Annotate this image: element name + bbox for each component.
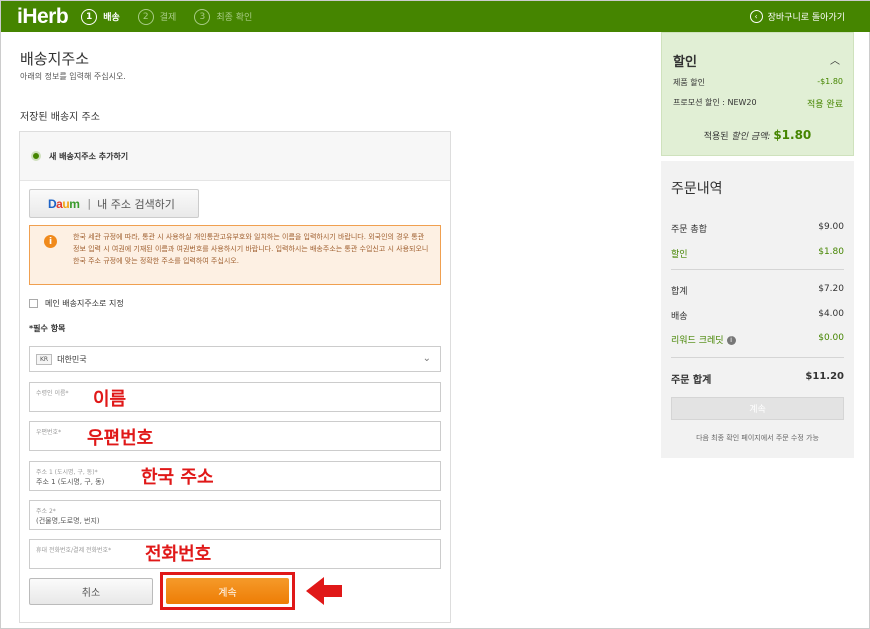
field-placeholder: 수령인 이름* <box>36 390 69 397</box>
divider <box>671 357 844 358</box>
required-note: *필수 항목 <box>29 324 66 333</box>
country-select[interactable]: KR 대한민국 ⌄ <box>29 346 441 372</box>
saved-address-title: 저장된 배송지 주소 <box>20 112 100 123</box>
grand-total-row: 주문 합계 $11.20 <box>671 371 844 386</box>
step-label: 결제 <box>159 13 177 23</box>
summary-continue-button[interactable]: 계속 <box>671 397 844 420</box>
annotation-name: 이름 <box>93 389 127 410</box>
summary-note: 다음 최종 확인 페이지에서 주문 수정 가능 <box>696 434 819 442</box>
info-icon[interactable]: i <box>726 336 736 345</box>
chevron-left-icon: ‹ <box>749 10 763 23</box>
divider <box>671 269 844 270</box>
step-shipping: 1 배송 <box>81 8 120 25</box>
customs-warning-box: i 한국 세관 규정에 따라, 통관 시 사용하실 개인통관고유부호와 일치하는… <box>29 225 441 285</box>
step-payment: 2 결제 <box>137 8 177 25</box>
country-code-badge: KR <box>36 353 53 365</box>
subtotal-row: 주문 총합 $9.00 <box>671 222 844 235</box>
page-title: 배송지주소 <box>20 50 90 68</box>
page-subtitle: 아래의 정보를 입력해 주십시오. <box>20 72 126 81</box>
grand-total-label: 주문 합계 <box>671 375 712 386</box>
chevron-down-icon: ⌄ <box>422 353 431 364</box>
recipient-name-field[interactable]: 수령인 이름* <box>29 382 441 412</box>
discount-summary-row: 할인 $1.80 <box>671 247 844 260</box>
daum-logo: Daum <box>48 196 80 211</box>
arrow-left-icon <box>306 577 342 605</box>
new-address-option[interactable]: 새 배송지주소 추가하기 <box>20 132 450 181</box>
radio-selected-icon[interactable] <box>31 151 41 161</box>
default-address-label: 메인 배송지주소로 지정 <box>45 299 124 308</box>
discount-summary-label: 할인 <box>671 250 688 260</box>
warning-text: 한국 세관 규정에 따라, 통관 시 사용하실 개인통관고유부호와 일치하는 이… <box>73 233 429 265</box>
subtotal-label: 주문 총합 <box>671 225 707 235</box>
subtotal-value: $9.00 <box>818 222 844 232</box>
field-placeholder: 주소 2* <box>36 508 56 515</box>
discount-title: 할인 <box>673 55 697 70</box>
iherb-logo[interactable]: iHerb <box>17 5 69 29</box>
grand-total-value: $11.20 <box>805 371 844 382</box>
promo-row: 프로모션 할인 : NEW20 적용 완료 <box>673 97 843 110</box>
field-value: 주소 1 (도시명, 구, 동) <box>36 478 105 486</box>
default-address-checkbox-row[interactable]: 메인 배송지주소로 지정 <box>29 298 124 309</box>
discount-row: 제품 할인 -$1.80 <box>673 77 843 88</box>
shipping-label: 배송 <box>671 312 688 322</box>
promo-label: 프로모션 할인 : NEW20 <box>673 98 757 107</box>
step-label: 배송 <box>103 13 120 23</box>
reward-label-wrap: 리워드 크레딧 i <box>671 333 736 346</box>
field-placeholder: 주소 1 (도시명, 구, 동)* <box>36 469 98 476</box>
discount-value: -$1.80 <box>817 77 843 86</box>
reward-label: 리워드 크레딧 <box>671 336 724 346</box>
phone-field[interactable]: 휴대 전화번호/결제 전화번호* <box>29 539 441 569</box>
back-to-cart-link[interactable]: ‹ 장바구니로 돌아가기 <box>749 1 845 32</box>
reward-value: $0.00 <box>818 333 844 343</box>
discount-label: 제품 할인 <box>673 78 705 87</box>
discount-panel: 할인 ︿ 제품 할인 -$1.80 프로모션 할인 : NEW20 적용 완료 … <box>661 32 854 156</box>
checkout-steps: 1 배송 2 결제 3 최종 확인 <box>81 8 270 25</box>
cancel-button[interactable]: 취소 <box>29 578 153 605</box>
total-label: 합계 <box>671 287 688 297</box>
applied-discount: 적용된 할인 금액: $1.80 <box>662 128 853 142</box>
info-icon: i <box>44 235 57 248</box>
country-name: 대한민국 <box>57 354 87 364</box>
continue-button[interactable]: 계속 <box>166 578 289 604</box>
shipping-row: 배송 $4.00 <box>671 309 844 322</box>
total-value: $7.20 <box>818 284 844 294</box>
annotation-address: 한국 주소 <box>141 467 214 488</box>
separator: | <box>87 197 92 210</box>
continue-highlight-box: 계속 <box>160 572 295 610</box>
applied-italic: 할인 금액: <box>731 132 771 142</box>
annotation-postal: 우편번호 <box>87 428 154 449</box>
step-number: 1 <box>81 8 98 25</box>
summary-title: 주문내역 <box>671 181 723 197</box>
reward-credit-row: 리워드 크레딧 i $0.00 <box>671 333 844 346</box>
new-address-label: 새 배송지주소 추가하기 <box>49 151 129 161</box>
promo-status: 적용 완료 <box>807 100 843 110</box>
step-number: 3 <box>194 8 211 25</box>
shipping-value: $4.00 <box>818 309 844 319</box>
total-row: 합계 $7.20 <box>671 284 844 297</box>
default-address-checkbox[interactable] <box>29 299 38 308</box>
applied-value: $1.80 <box>773 128 812 142</box>
top-bar: iHerb 1 배송 2 결제 3 최종 확인 ‹ 장바구니로 돌아가기 <box>1 1 870 32</box>
step-review: 3 최종 확인 <box>194 8 253 25</box>
discount-summary-value: $1.80 <box>818 247 844 257</box>
step-label: 최종 확인 <box>216 13 253 23</box>
daum-search-label: 내 주소 검색하기 <box>97 197 175 211</box>
daum-address-search-button[interactable]: Daum | 내 주소 검색하기 <box>29 189 199 218</box>
address-form-card: 새 배송지주소 추가하기 Daum | 내 주소 검색하기 i 한국 세관 규정… <box>19 131 451 623</box>
annotation-phone: 전화번호 <box>145 544 212 565</box>
field-placeholder: 휴대 전화번호/결제 전화번호* <box>36 547 112 554</box>
applied-prefix: 적용된 <box>703 132 729 142</box>
field-value: (건물명,도로명, 번지) <box>36 517 100 525</box>
address-line2-field[interactable]: 주소 2* (건물명,도로명, 번지) <box>29 500 441 530</box>
address-line1-field[interactable]: 주소 1 (도시명, 구, 동)* 주소 1 (도시명, 구, 동) <box>29 461 441 491</box>
back-to-cart-label: 장바구니로 돌아가기 <box>767 13 845 23</box>
step-number: 2 <box>137 8 154 25</box>
field-placeholder: 우편번호* <box>36 429 62 436</box>
order-summary-panel: 주문내역 주문 총합 $9.00 할인 $1.80 합계 $7.20 배송 $4… <box>661 161 854 458</box>
chevron-up-icon[interactable]: ︿ <box>830 52 840 67</box>
